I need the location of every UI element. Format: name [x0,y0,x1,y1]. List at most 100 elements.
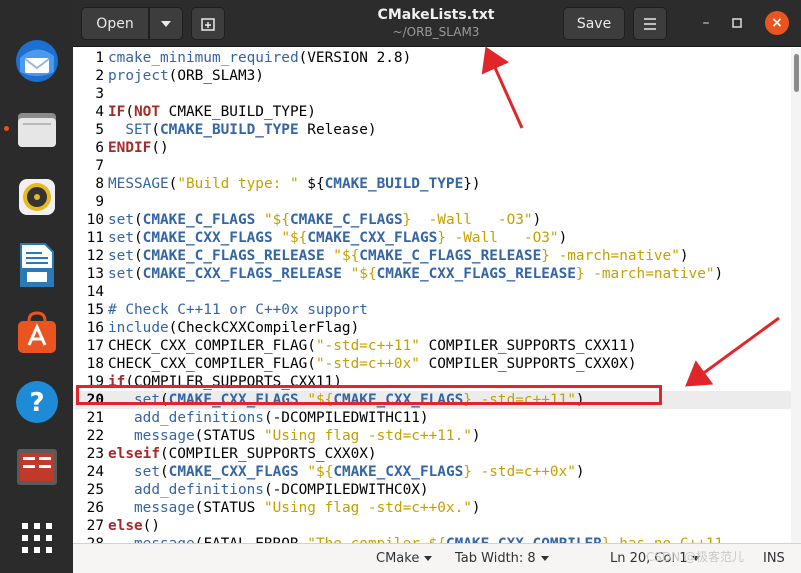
dock-item-thunderbird[interactable] [12,36,62,86]
line-number: 5 [95,122,104,138]
line-number: 10 [86,212,104,228]
code-token: IF [108,104,126,120]
minimize-button[interactable]: – [694,11,718,35]
open-recent-dropdown[interactable] [149,7,183,40]
dock-item-software[interactable] [12,308,62,358]
dock-item-help[interactable]: ? [12,377,62,427]
code-line[interactable]: 6 ENDIF() [73,139,791,157]
code-line[interactable]: 7 [73,157,791,175]
code-token: CMAKE_CXX_FLAGS [142,230,273,246]
code-token: } -march=native" [541,248,680,264]
text-editor[interactable]: 1 cmake_minimum_required(VERSION 2.8) 2 pro… [73,48,791,543]
svg-text:?: ? [29,388,44,418]
line-number: 12 [86,248,104,264]
code-text: message(STATUS "Using flag -std=c++11.") [108,427,481,445]
code-line[interactable]: 8 MESSAGE("Build type: " ${CMAKE_BUILD_TY… [73,175,791,193]
code-token: ) [532,212,542,228]
language-selector[interactable]: CMake [376,551,433,566]
code-line[interactable]: 5 SET(CMAKE_BUILD_TYPE Release) [73,121,791,139]
code-token: ( [134,212,143,228]
code-line[interactable]: 10 set(CMAKE_C_FLAGS "${CMAKE_C_FLAGS} -W… [73,211,791,229]
code-token: "-std=c++11" [315,338,420,354]
code-line[interactable]: 23 elseif(COMPILER_SUPPORTS_CXX0X) [73,445,791,463]
code-line[interactable]: 9 [73,193,791,211]
hamburger-menu-button[interactable] [633,7,667,40]
code-token: "${ [350,266,377,282]
code-text: MESSAGE("Build type: " ${CMAKE_BUILD_TYP… [108,175,481,193]
code-token: (STATUS [194,428,264,444]
line-number: 8 [95,176,104,192]
code-line[interactable]: 15 # Check C++11 or C++0x support [73,301,791,319]
libreoffice-writer-icon [20,243,54,287]
code-token: ) [471,428,481,444]
code-token: ) [471,500,481,516]
code-token: (VERSION 2.8) [298,50,412,66]
line-number: 4 [95,104,104,120]
scrollbar-thumb[interactable] [794,54,799,92]
code-line[interactable]: 21 add_definitions(-DCOMPILEDWITHC11) [73,409,791,427]
code-line[interactable]: 2 project(ORB_SLAM3) [73,67,791,85]
code-line[interactable]: 16 include(CheckCXXCompilerFlag) [73,319,791,337]
code-text: ENDIF() [108,139,169,157]
code-line[interactable]: 3 [73,85,791,103]
code-line[interactable]: 11 set(CMAKE_CXX_FLAGS "${CMAKE_CXX_FLAGS… [73,229,791,247]
code-line[interactable]: 14 [73,283,791,301]
code-line[interactable]: 13 set(CMAKE_CXX_FLAGS_RELEASE "${CMAKE_C… [73,265,791,283]
code-token: CMAKE_BUILD_TYPE [324,176,464,192]
code-token: (ORB_SLAM3) [168,68,264,84]
code-token: ( [160,464,169,480]
line-number: 3 [95,86,104,102]
code-line[interactable]: 12 set(CMAKE_C_FLAGS_RELEASE "${CMAKE_C_F… [73,247,791,265]
code-token: (COMPILER_SUPPORTS_CXX0X) [159,446,377,462]
dock-item-rhythmbox[interactable] [12,172,62,222]
code-text: CHECK_CXX_COMPILER_FLAG("-std=c++11" COM… [108,337,637,355]
header-bar: Open CMakeLists.txt ~/ORB_SLAM3 Save – × [73,0,801,47]
code-token: set [108,212,134,228]
line-number: 24 [86,464,104,480]
code-token: } -Wall -O3" [402,212,533,228]
new-document-icon [201,17,215,31]
code-token: ENDIF [108,140,152,156]
code-token: } -march=native" [575,266,715,282]
code-line[interactable]: 1 cmake_minimum_required(VERSION 2.8) [73,49,791,67]
dock-item-show-apps[interactable] [12,513,62,563]
line-number: 21 [86,410,104,426]
code-line[interactable]: 18 CHECK_CXX_COMPILER_FLAG("-std=c++0x" C… [73,355,791,373]
dock-item-terminal[interactable] [12,442,62,492]
new-tab-button[interactable] [191,7,225,40]
maximize-button[interactable] [725,11,749,35]
line-number: 15 [86,302,104,318]
open-button[interactable]: Open [81,7,149,40]
code-token: (-DCOMPILEDWITHC11) [263,410,429,426]
code-token: (-DCOMPILEDWITHC0X) [263,482,429,498]
line-number: 13 [86,266,104,282]
code-line[interactable]: 24 set(CMAKE_CXX_FLAGS "${CMAKE_CXX_FLAG… [73,463,791,481]
code-text: set(CMAKE_CXX_FLAGS "${CMAKE_CXX_FLAGS} … [108,463,585,481]
code-token: CHECK_CXX_COMPILER_FLAG( [108,356,316,372]
code-token: "Using flag -std=c++0x." [263,500,472,516]
code-line[interactable]: 17 CHECK_CXX_COMPILER_FLAG("-std=c++11" C… [73,337,791,355]
tab-width-selector[interactable]: Tab Width: 8 [455,551,549,566]
code-line[interactable]: 22 message(STATUS "Using flag -std=c++11… [73,427,791,445]
code-token: message [134,500,195,516]
code-text: else() [108,517,160,535]
code-line[interactable]: 26 message(STATUS "Using flag -std=c++0x… [73,499,791,517]
code-token: Release) [298,122,377,138]
save-button[interactable]: Save [563,7,625,40]
dock-item-libreoffice-writer[interactable] [12,240,62,290]
code-line[interactable]: 4 IF(NOT CMAKE_BUILD_TYPE) [73,103,791,121]
code-line[interactable]: 25 add_definitions(-DCOMPILEDWITHC0X) [73,481,791,499]
code-line[interactable]: 28 message(FATAL_ERROR "The compiler ${C… [73,535,791,543]
code-text: message(STATUS "Using flag -std=c++0x.") [108,499,481,517]
close-window-button[interactable]: × [765,11,789,35]
minimize-icon: – [702,15,710,31]
line-number: 9 [95,194,104,210]
code-line[interactable]: 27 else() [73,517,791,535]
code-text: SET(CMAKE_BUILD_TYPE Release) [108,121,377,139]
dock-item-files[interactable] [12,104,62,154]
code-token: add_definitions [134,482,264,498]
vertical-scrollbar[interactable] [791,48,801,543]
code-token: ) [575,464,585,480]
